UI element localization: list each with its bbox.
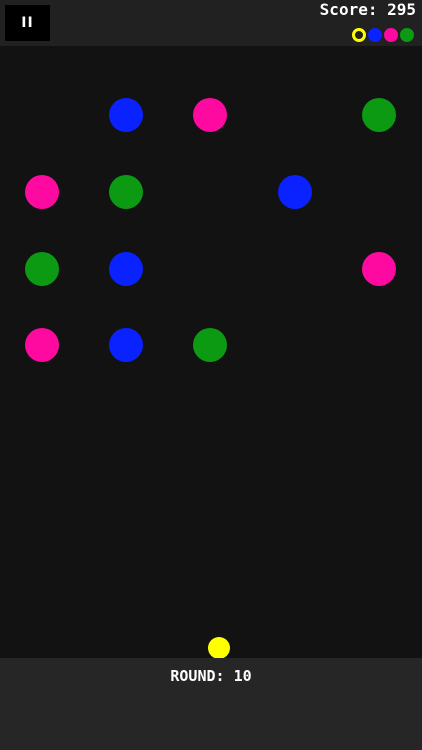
pause-button[interactable]: II bbox=[5, 5, 50, 41]
blue-color-swatch bbox=[368, 27, 382, 42]
dot-blue bbox=[109, 98, 143, 132]
dot-blue bbox=[278, 175, 312, 209]
pink-color-swatch bbox=[384, 27, 398, 42]
yellow-color-swatch bbox=[352, 27, 366, 42]
game-board[interactable] bbox=[0, 46, 422, 659]
dot-pink bbox=[25, 175, 59, 209]
score-display: Score: 295 bbox=[319, 0, 416, 19]
player-ball[interactable] bbox=[208, 637, 230, 659]
dot-blue bbox=[109, 328, 143, 362]
top-bar: II Score: 295 bbox=[0, 0, 422, 46]
round-label: ROUND: 10 bbox=[170, 667, 252, 685]
dot-green bbox=[109, 175, 143, 209]
dot-pink bbox=[193, 98, 227, 132]
color-palette bbox=[352, 27, 414, 42]
green-color-swatch bbox=[400, 27, 414, 42]
dot-blue bbox=[109, 252, 143, 286]
dot-pink bbox=[25, 328, 59, 362]
dot-pink bbox=[362, 252, 396, 286]
dot-green bbox=[362, 98, 396, 132]
dot-green bbox=[193, 328, 227, 362]
bottom-bar: ROUND: 10 bbox=[0, 658, 422, 750]
dot-green bbox=[25, 252, 59, 286]
